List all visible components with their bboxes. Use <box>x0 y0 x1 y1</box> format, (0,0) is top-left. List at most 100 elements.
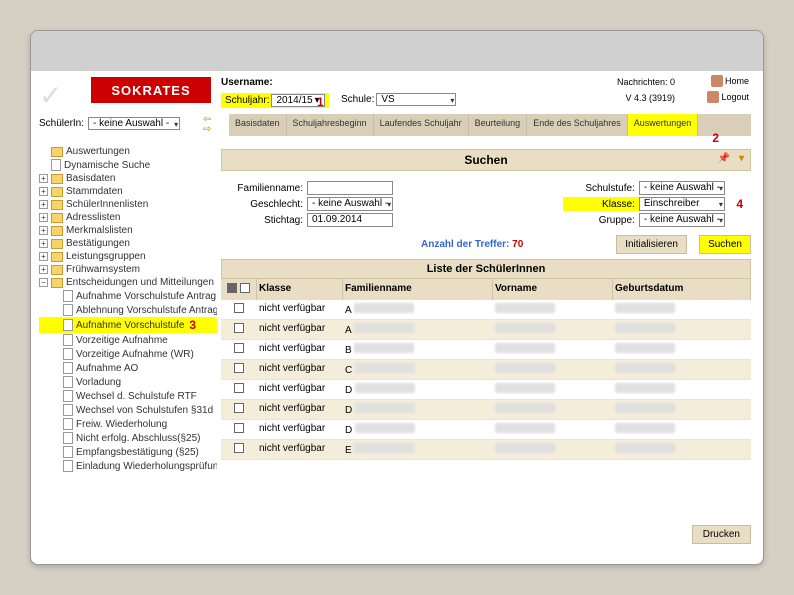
cell-familienname: A <box>343 300 493 319</box>
tree-fruehwarnsystem[interactable]: +Frühwarnsystem <box>39 263 217 276</box>
tree-dynamische-suche[interactable]: Dynamische Suche <box>39 158 217 172</box>
tree-stammdaten[interactable]: +Stammdaten <box>39 185 217 198</box>
doc-icon <box>63 348 73 360</box>
tree-item[interactable]: Vorladung <box>39 375 217 389</box>
table-row[interactable]: nicht verfügbarA <box>221 300 751 320</box>
tree-item[interactable]: Ablehnung Vorschulstufe Antrag <box>39 303 217 317</box>
tree-aufnahme-vorschulstufe[interactable]: Aufnahme Vorschulstufe3 <box>39 317 217 333</box>
cell-klasse: nicht verfügbar <box>257 420 343 439</box>
tree-basisdaten[interactable]: +Basisdaten <box>39 172 217 185</box>
cell-klasse: nicht verfügbar <box>257 320 343 339</box>
folder-icon <box>51 226 63 236</box>
schuelerin-select[interactable]: - keine Auswahl -▾ <box>88 117 180 130</box>
tree-item[interactable]: Freiw. Wiederholung <box>39 417 217 431</box>
tree-item[interactable]: Aufnahme Vorschulstufe Antrag <box>39 289 217 303</box>
klasse-label: Klasse: <box>563 199 635 210</box>
row-checkbox[interactable] <box>234 363 244 373</box>
cell-familienname: E <box>343 440 493 459</box>
table-row[interactable]: nicht verfügbarD <box>221 420 751 440</box>
tree-auswertungen[interactable]: Auswertungen <box>39 145 217 158</box>
table-row[interactable]: nicht verfügbarA <box>221 320 751 340</box>
tree-item[interactable]: Vorzeitige Aufnahme (WR) <box>39 347 217 361</box>
chevron-down-icon[interactable]: ▾ <box>739 153 744 164</box>
initialisieren-button[interactable]: Initialisieren <box>616 235 687 254</box>
schulstufe-select[interactable]: - keine Auswahl -▾ <box>639 181 725 195</box>
table-row[interactable]: nicht verfügbarB <box>221 340 751 360</box>
schuelerin-label: SchülerIn: <box>39 118 84 129</box>
treffer-count: Anzahl der Treffer: 70 <box>421 239 523 250</box>
col-geburtsdatum[interactable]: Geburtsdatum <box>613 279 751 300</box>
row-checkbox[interactable] <box>234 383 244 393</box>
table-row[interactable]: nicht verfügbarC <box>221 360 751 380</box>
col-familienname[interactable]: Familienname <box>343 279 493 300</box>
home-link[interactable]: Home <box>711 75 749 87</box>
tab-ende-schuljahr[interactable]: Ende des Schuljahres <box>527 114 628 136</box>
cell-vorname <box>493 320 613 339</box>
cell-vorname <box>493 380 613 399</box>
row-checkbox[interactable] <box>234 303 244 313</box>
expand-icon[interactable]: + <box>39 200 48 209</box>
expand-icon[interactable]: + <box>39 213 48 222</box>
logout-link[interactable]: Logout <box>707 91 749 103</box>
tree-schuelerinnenlisten[interactable]: +SchülerInnenlisten <box>39 198 217 211</box>
col-klasse[interactable]: Klasse <box>257 279 343 300</box>
row-checkbox[interactable] <box>234 323 244 333</box>
tree-adresslisten[interactable]: +Adresslisten <box>39 211 217 224</box>
table-row[interactable]: nicht verfügbarD <box>221 400 751 420</box>
cell-geburtsdatum <box>613 340 751 359</box>
cell-klasse: nicht verfügbar <box>257 360 343 379</box>
tree-item[interactable]: Wechsel von Schulstufen §31d <box>39 403 217 417</box>
schule-value: VS <box>381 94 394 105</box>
tree-item[interactable]: Nicht erfolg. Abschluss(§25) <box>39 431 217 445</box>
schuljahr-selector[interactable]: Schuljahr: 2014/15▾ <box>221 93 329 108</box>
arrow-right-icon[interactable]: ⇨ <box>203 125 211 135</box>
tree-item[interactable]: Empfangsbestätigung (§25) <box>39 445 217 459</box>
geschlecht-select[interactable]: - keine Auswahl -▾ <box>307 197 393 211</box>
row-checkbox[interactable] <box>234 443 244 453</box>
expand-icon[interactable]: + <box>39 239 48 248</box>
schule-select[interactable]: VS ▾ <box>376 93 456 106</box>
tab-basisdaten[interactable]: Basisdaten <box>229 114 287 136</box>
checkbox[interactable] <box>240 283 250 293</box>
tree-bestaetigungen[interactable]: +Bestätigungen <box>39 237 217 250</box>
drucken-button[interactable]: Drucken <box>692 525 751 544</box>
tab-auswertungen[interactable]: Auswertungen <box>628 114 699 136</box>
tab-laufendes-schuljahr[interactable]: Laufendes Schuljahr <box>374 114 469 136</box>
tree-merkmalslisten[interactable]: +Merkmalslisten <box>39 224 217 237</box>
table-row[interactable]: nicht verfügbarE <box>221 440 751 460</box>
row-checkbox[interactable] <box>234 403 244 413</box>
col-vorname[interactable]: Vorname <box>493 279 613 300</box>
doc-icon <box>63 418 73 430</box>
pin-icon[interactable]: 📌 <box>718 153 730 164</box>
klasse-select[interactable]: Einschreiber▾ <box>639 197 725 211</box>
collapse-icon[interactable]: − <box>39 278 48 287</box>
cell-vorname <box>493 420 613 439</box>
tab-schuljahresbeginn[interactable]: Schuljahresbeginn <box>287 114 374 136</box>
cell-geburtsdatum <box>613 440 751 459</box>
famname-input[interactable] <box>307 181 393 195</box>
gruppe-select[interactable]: - keine Auswahl -▾ <box>639 213 725 227</box>
tree-item[interactable]: Einladung Wiederholungsprüfung <box>39 459 217 473</box>
cell-geburtsdatum <box>613 420 751 439</box>
cell-familienname: C <box>343 360 493 379</box>
table-row[interactable]: nicht verfügbarD <box>221 380 751 400</box>
tree-leistungsgruppen[interactable]: +Leistungsgruppen <box>39 250 217 263</box>
chevron-down-icon: ▾ <box>450 96 454 105</box>
expand-icon[interactable]: + <box>39 252 48 261</box>
tab-beurteilung[interactable]: Beurteilung <box>469 114 528 136</box>
marker-2: 2 <box>712 131 719 145</box>
tree-item[interactable]: Vorzeitige Aufnahme <box>39 333 217 347</box>
row-checkbox[interactable] <box>234 423 244 433</box>
tree-item[interactable]: Aufnahme AO <box>39 361 217 375</box>
tree-item[interactable]: Wechsel d. Schulstufe RTF <box>39 389 217 403</box>
suchen-button[interactable]: Suchen <box>699 235 751 254</box>
tree-entscheidungen[interactable]: −Entscheidungen und Mitteilungen <box>39 276 217 289</box>
expand-icon[interactable]: + <box>39 174 48 183</box>
stichtag-input[interactable]: 01.09.2014 <box>307 213 393 227</box>
expand-icon[interactable]: + <box>39 187 48 196</box>
home-icon <box>711 75 723 87</box>
row-checkbox[interactable] <box>234 343 244 353</box>
expand-icon[interactable]: + <box>39 226 48 235</box>
expand-icon[interactable]: + <box>39 265 48 274</box>
select-all-checkbox[interactable] <box>227 283 237 293</box>
